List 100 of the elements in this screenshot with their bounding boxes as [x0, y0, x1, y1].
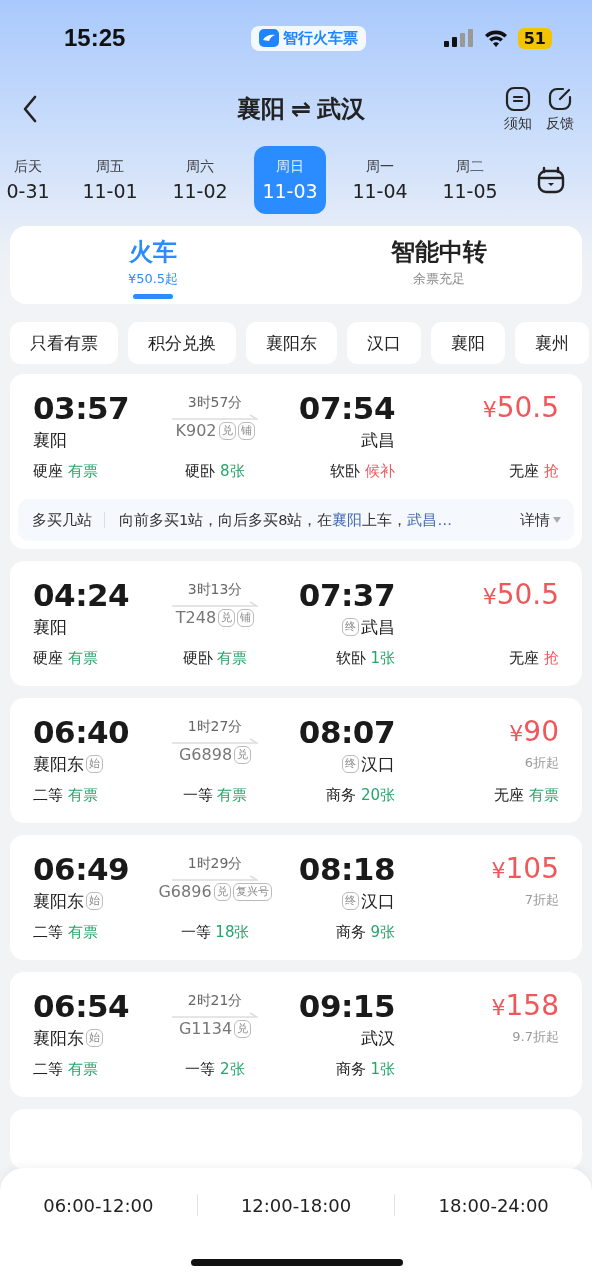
train-tag: 兑	[213, 883, 231, 901]
train-tag: 兑	[218, 422, 236, 440]
time-range-button[interactable]: 06:00-12:00	[0, 1193, 197, 1217]
seat-availability: 一等 有票	[182, 786, 248, 805]
arrive-station: 武昌	[361, 616, 395, 639]
depart-station: 襄阳东	[33, 890, 84, 913]
filter-chip[interactable]: 只看有票	[10, 322, 118, 364]
date-tab[interactable]: 周一 11-04	[344, 146, 416, 214]
date-tab[interactable]: 周六 11-02	[164, 146, 236, 214]
route-from: 襄阳	[236, 94, 285, 125]
depart-time: 06:54	[33, 987, 130, 1026]
status-time: 15:25	[64, 24, 126, 52]
train-tag: 兑	[218, 609, 236, 627]
train-number: G1134	[178, 1018, 233, 1040]
date-tab[interactable]: 周五 11-01	[74, 146, 146, 214]
train-card[interactable]: 04:24 襄阳 3时13分 T248 兑 铺 07:37 终 武昌 ¥50.5 硬座 有票 硬卧 有票 软卧 1张 无座 抢	[10, 561, 582, 686]
seat-availability: 无座 有票	[494, 786, 559, 805]
seat-availability: 无座 抢	[509, 462, 559, 481]
terminal-badge: 终	[342, 618, 359, 636]
arrive-time: 07:54	[298, 389, 395, 428]
seat-availability: 商务 20张	[326, 786, 395, 805]
time-range-button[interactable]: 18:00-24:00	[395, 1193, 592, 1217]
train-card[interactable]: 06:54 襄阳东 始 2时21分 G1134 兑 09:15 武汉 ¥158 9.7折起 二等 有票 一等 2张 商务 1张	[10, 972, 582, 1097]
caret-icon	[552, 516, 562, 524]
route-to: 武汉	[317, 94, 366, 125]
duration: 2时21分	[187, 991, 243, 1010]
mode-tab[interactable]: 火车 ¥50.5起	[10, 226, 296, 304]
note-icon	[505, 85, 531, 112]
filter-chip[interactable]: 汉口	[347, 322, 421, 364]
duration: 1时27分	[187, 717, 243, 736]
time-range-button[interactable]: 12:00-18:00	[197, 1193, 395, 1217]
train-icon	[259, 29, 280, 47]
train-card[interactable]: 03:57 襄阳 3时57分 K902 兑 铺 07:54 武昌 ¥50.5 硬座 有票 硬卧 8张 软卧 候补 无座 抢 多买几站 向前多买1站，向后多买8站，在襄阳上车，武昌… 详情	[10, 374, 582, 549]
origin-badge: 始	[86, 892, 103, 910]
arrive-time: 07:37	[298, 576, 395, 615]
notice-button[interactable]: 须知	[504, 85, 532, 133]
filter-chip[interactable]: 襄州	[515, 322, 589, 364]
train-number: G6898	[178, 744, 233, 766]
duration: 1时29分	[187, 854, 243, 873]
discount: 9.7折起	[512, 1028, 559, 1046]
depart-time: 04:24	[33, 576, 130, 615]
extra-label: 多买几站	[32, 512, 105, 528]
seat-availability: 软卧 1张	[335, 649, 395, 668]
swap-icon[interactable]: ⇌	[290, 95, 312, 123]
train-tag: 铺	[237, 422, 255, 440]
date-tab[interactable]: 后天 0-31	[0, 146, 56, 214]
price: ¥90	[509, 714, 559, 750]
feedback-button[interactable]: 反馈	[546, 85, 574, 133]
seat-availability: 二等 有票	[33, 1060, 98, 1079]
depart-station: 襄阳	[33, 616, 67, 639]
train-tag: 铺	[237, 609, 255, 627]
train-card[interactable]: 06:40 襄阳东 始 1时27分 G6898 兑 08:07 终 汉口 ¥90 6折起 二等 有票 一等 有票 商务 20张 无座 有票	[10, 698, 582, 823]
seat-availability: 商务 1张	[335, 1060, 395, 1079]
price: ¥50.5	[482, 577, 559, 613]
date-tab[interactable]: 周二 11-05	[434, 146, 506, 214]
depart-station: 襄阳东	[33, 1027, 84, 1050]
discount: 7折起	[524, 891, 559, 909]
filter-chip[interactable]: 襄阳东	[246, 322, 337, 364]
mode-tab[interactable]: 智能中转 余票充足	[296, 226, 582, 304]
seat-availability: 硬座 有票	[33, 649, 98, 668]
train-number: G6896	[158, 881, 212, 903]
train-tag: 复兴号	[232, 883, 272, 901]
seat-availability: 一等 2张	[185, 1060, 245, 1079]
depart-station: 襄阳东	[33, 753, 84, 776]
train-card[interactable]: 06:49 襄阳东 始 1时29分 G6896 兑 复兴号 08:18 终 汉口 ¥105 7折起 二等 有票 一等 18张 商务 9张	[10, 835, 582, 960]
detail-button[interactable]: 详情	[520, 510, 562, 530]
duration: 3时13分	[187, 580, 243, 599]
seat-availability: 商务 9张	[335, 923, 395, 942]
train-number: T248	[175, 607, 217, 629]
filter-chip[interactable]: 积分兑换	[128, 322, 236, 364]
arrive-time: 08:07	[298, 713, 395, 752]
train-tag: 兑	[234, 1020, 252, 1038]
depart-station: 襄阳	[33, 429, 67, 452]
arrive-station: 汉口	[361, 890, 395, 913]
train-number: K902	[175, 420, 217, 442]
filter-chip[interactable]: 襄阳	[431, 322, 505, 364]
terminal-badge: 终	[342, 892, 359, 910]
seat-availability: 硬座 有票	[33, 462, 98, 481]
origin-badge: 始	[86, 1029, 103, 1047]
seat-availability: 软卧 候补	[330, 462, 395, 481]
wifi-icon	[483, 29, 508, 47]
seat-availability: 硬卧 有票	[182, 649, 248, 668]
depart-time: 06:49	[33, 850, 130, 889]
arrive-time: 09:15	[298, 987, 395, 1026]
price: ¥158	[491, 988, 559, 1024]
origin-badge: 始	[86, 755, 103, 773]
back-icon[interactable]	[22, 95, 38, 123]
seat-availability: 二等 有票	[33, 923, 98, 942]
discount: 6折起	[524, 754, 559, 772]
edit-icon	[547, 85, 573, 112]
train-tag: 兑	[234, 746, 252, 764]
price: ¥105	[491, 851, 559, 887]
calendar-button[interactable]	[536, 165, 566, 195]
arrive-station: 武汉	[361, 1027, 395, 1050]
extra-description: 向前多买1站，向后多买8站，在襄阳上车，武昌…	[119, 510, 453, 530]
arrive-station: 武昌	[361, 429, 395, 452]
battery-level: 51	[517, 27, 552, 49]
terminal-badge: 终	[342, 755, 359, 773]
signal-icon	[443, 29, 474, 47]
depart-time: 03:57	[33, 389, 130, 428]
